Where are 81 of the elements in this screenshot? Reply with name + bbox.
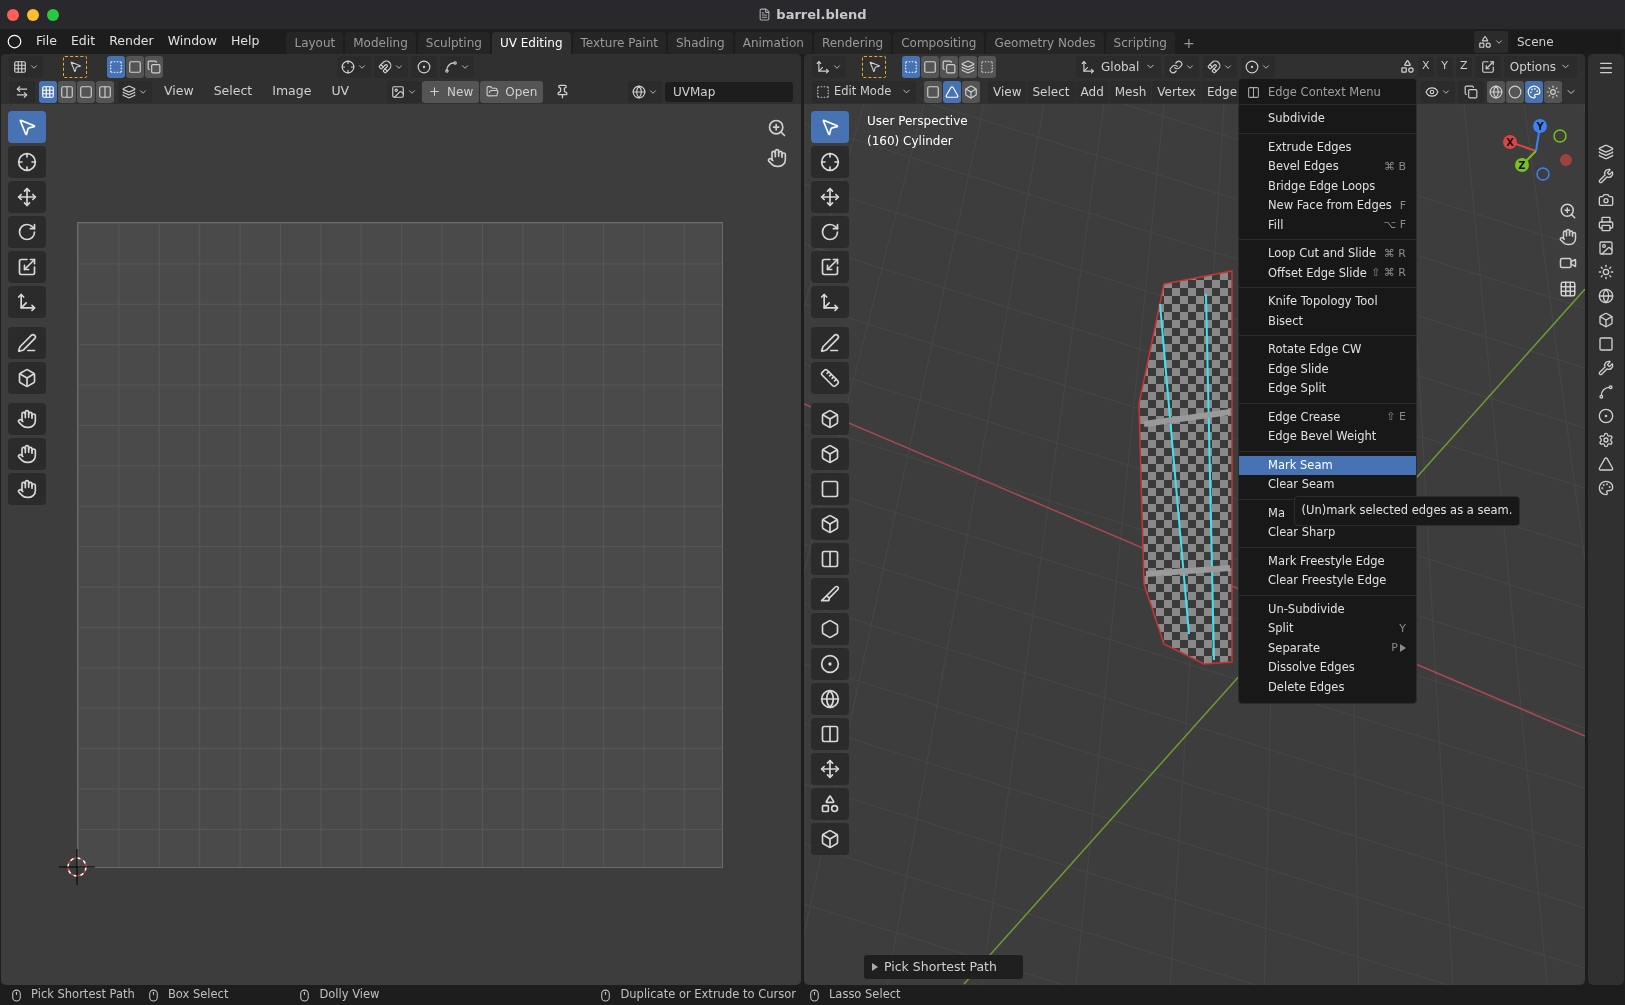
mode-dropdown[interactable]: Edit Mode [812,80,916,103]
menu-item[interactable]: Extrude Edges [1239,137,1416,157]
menu-item[interactable]: Vertex [1152,80,1201,103]
shortcut-text: ⌘ R [1383,245,1406,262]
workspace-tab[interactable]: Animation [734,32,812,54]
operator-panel[interactable]: Pick Shortest Path [864,955,1023,979]
menu-item[interactable]: Mark Seam [1239,455,1416,475]
workspace-tab[interactable]: Geometry Nodes [986,32,1104,54]
menu-item[interactable]: Subdivide [1239,109,1416,129]
status-text: Lasso Select [828,986,901,1004]
workspace-tab[interactable]: Scripting [1105,32,1175,54]
menu-item[interactable]: Clear Seam [1239,475,1416,495]
menu-item[interactable]: Clear Freestyle Edge [1239,571,1416,591]
workspace-tab[interactable]: Compositing [893,32,985,54]
workspace-tab[interactable]: Modeling [345,32,416,54]
menu-item[interactable]: New Face from Edges F [1239,196,1416,216]
workspace-tab[interactable]: Sculpting [417,32,490,54]
menu-item[interactable]: Select [1027,80,1075,103]
window-title: barrel.blend [776,5,867,24]
shortcut-text: P [1391,640,1398,656]
scene-field[interactable]: Scene [1511,30,1621,53]
shortcut-text: Y [1399,620,1406,637]
shortcut-text: ⇧ ⌘ R [1371,265,1406,281]
workspace-tab[interactable]: Layout [286,32,344,54]
open-image-button[interactable]: Open [480,80,544,103]
menu-item[interactable]: Mark Freestyle Edge [1239,551,1416,571]
add-workspace-button[interactable]: + [1177,32,1201,54]
tooltip: (Un)mark selected edges as a seam. [1294,496,1520,526]
axis-toggle[interactable]: Y [1436,56,1453,77]
workspace-tab[interactable]: Rendering [813,32,892,54]
menu-item[interactable]: UV [323,80,358,103]
status-text: Dolly View [319,986,380,1004]
menu-item[interactable]: Select [205,80,261,103]
menu-item[interactable]: Rotate Edge CW [1239,340,1416,360]
viewport-info-text: (160) Cylinder [867,133,954,150]
options-dropdown[interactable]: Options [1503,55,1577,78]
shortcut-text: ⌥ F [1383,217,1406,233]
status-text: Duplicate or Extrude to Cursor [620,986,796,1004]
menu-item[interactable]: Add [1075,80,1109,103]
menu-item[interactable]: Un-Subdivide [1239,599,1416,619]
menu-item[interactable]: Delete Edges [1239,677,1416,697]
status-text: Box Select [167,986,229,1004]
menu-item[interactable]: Help [223,32,267,51]
menu-item[interactable]: View [988,80,1027,103]
menu-item[interactable]: Knife Topology Tool [1239,292,1416,312]
shortcut-text: ⌘ B [1383,158,1406,175]
workspace-tab[interactable]: Texture Paint [572,32,666,54]
menu-item[interactable]: Split Y [1239,619,1416,639]
menu-item[interactable]: Clear Sharp [1239,523,1416,543]
axis-toggle[interactable]: Z [1455,56,1472,77]
workspace-tab[interactable]: Shading [667,32,733,54]
viewport-info-text: User Perspective [867,113,968,130]
menu-item[interactable]: Edge Crease ⇧ E [1239,407,1416,427]
menu-item[interactable]: Edge Bevel Weight [1239,427,1416,447]
menu-item[interactable]: Edit [63,32,103,51]
menu-item[interactable]: Bevel Edges ⌘ B [1239,157,1416,177]
menu-title: Edge Context Menu [1268,83,1381,101]
shortcut-text: ⇧ E [1386,409,1406,425]
shortcut-text: F [1399,197,1406,214]
menu-item[interactable]: Image [264,80,320,103]
orientation-dropdown[interactable]: Global [1076,55,1162,78]
menu-item[interactable]: Fill ⌥ F [1239,215,1416,235]
menu-item[interactable]: Loop Cut and Slide ⌘ R [1239,244,1416,264]
menu-item[interactable]: Bridge Edge Loops [1239,176,1416,196]
menu-item[interactable]: Render [102,32,161,51]
status-text: Pick Shortest Path [31,986,135,1004]
axis-toggle[interactable]: X [1417,56,1434,77]
navigation-gizmo[interactable]: X Y Z [1496,116,1576,186]
menu-item[interactable]: Edge Split [1239,379,1416,399]
menu-item[interactable]: Offset Edge Slide ⇧ ⌘ R [1239,263,1416,283]
menu-item[interactable]: Mesh [1109,80,1152,103]
menu-item[interactable]: Dissolve Edges [1239,658,1416,678]
menu-item[interactable]: Window [160,32,224,51]
menu-item[interactable]: Separate P [1239,638,1416,658]
new-image-button[interactable]: New [422,80,480,103]
menu-item[interactable]: Bisect [1239,311,1416,331]
menu-item[interactable]: View [156,80,202,103]
menu-item[interactable]: File [29,32,64,51]
menu-item[interactable]: Edge Slide [1239,359,1416,379]
uv-map-field[interactable]: UVMap [665,81,793,102]
workspace-tab[interactable]: UV Editing [491,32,571,54]
